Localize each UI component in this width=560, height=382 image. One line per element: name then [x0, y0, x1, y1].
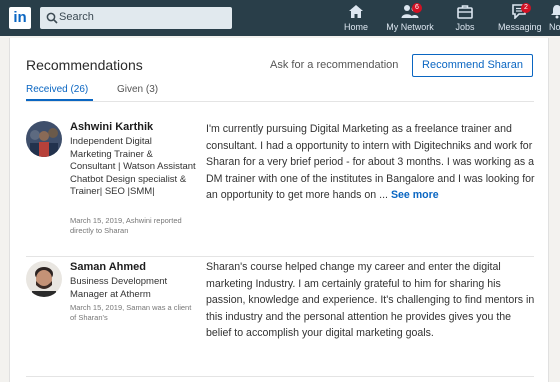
- nav-label-my-network: My Network: [386, 22, 434, 32]
- tab-received[interactable]: Received (26): [26, 84, 91, 95]
- recommendation-meta: March 15, 2019, Ashwini reported directl…: [70, 216, 182, 235]
- nav-item-home[interactable]: Home: [343, 4, 369, 34]
- search-input[interactable]: Search: [40, 7, 232, 29]
- nav-label-home: Home: [343, 22, 368, 32]
- briefcase-icon: [457, 5, 473, 19]
- recommend-button[interactable]: Recommend Sharan: [412, 54, 533, 77]
- bell-icon: [551, 5, 560, 19]
- search-placeholder: Search: [59, 11, 94, 23]
- home-icon: [349, 5, 363, 18]
- see-more-link[interactable]: See more: [391, 189, 439, 201]
- recommendation-divider: [26, 256, 534, 257]
- recommender-name[interactable]: Saman Ahmed: [70, 261, 146, 273]
- nav-item-my-network[interactable]: 6 My Network: [386, 3, 434, 34]
- nav-label-jobs: Jobs: [455, 22, 475, 32]
- top-nav-bar: in Search Home 6 My Network Jobs 2 Messa…: [0, 0, 560, 36]
- recommendations-card: Recommendations Ask for a recommendation…: [9, 38, 549, 382]
- avatar-photo: [26, 121, 62, 157]
- card-title: Recommendations: [26, 57, 143, 73]
- search-icon: [46, 12, 58, 24]
- recommendation-item: Ashwini Karthik Independent Digital Mark…: [26, 121, 536, 241]
- recommendation-text: I'm currently pursuing Digital Marketing…: [206, 121, 536, 204]
- network-badge: 6: [412, 3, 422, 13]
- avatar-photo: [26, 261, 62, 297]
- avatar[interactable]: [26, 261, 62, 297]
- recommender-title: Independent Digital Marketing Trainer & …: [70, 136, 196, 197]
- messaging-badge: 2: [521, 3, 531, 13]
- recommendation-text: Sharan's course helped change my career …: [206, 261, 535, 339]
- tab-given[interactable]: Given (3): [117, 84, 158, 95]
- recommender-title: Business Development Manager at Atherm: [70, 276, 168, 300]
- avatar[interactable]: [26, 121, 62, 157]
- ask-for-recommendation-link[interactable]: Ask for a recommendation: [270, 59, 398, 71]
- nav-item-notifications[interactable]: No: [549, 4, 560, 34]
- nav-item-jobs[interactable]: Jobs: [454, 4, 476, 34]
- recommendation-item: Saman Ahmed Business Development Manager…: [26, 259, 534, 349]
- nav-label-notifications: No: [549, 22, 560, 32]
- recommendation-body: I'm currently pursuing Digital Marketing…: [206, 123, 535, 201]
- nav-label-messaging: Messaging: [498, 22, 542, 32]
- recommender-name[interactable]: Ashwini Karthik: [70, 121, 153, 133]
- recommendation-divider: [26, 376, 534, 377]
- tabs-divider: [26, 101, 534, 102]
- nav-item-messaging[interactable]: 2 Messaging: [498, 3, 542, 34]
- recommendation-meta: March 15, 2019, Saman was a client of Sh…: [70, 303, 192, 322]
- linkedin-logo[interactable]: in: [9, 7, 31, 29]
